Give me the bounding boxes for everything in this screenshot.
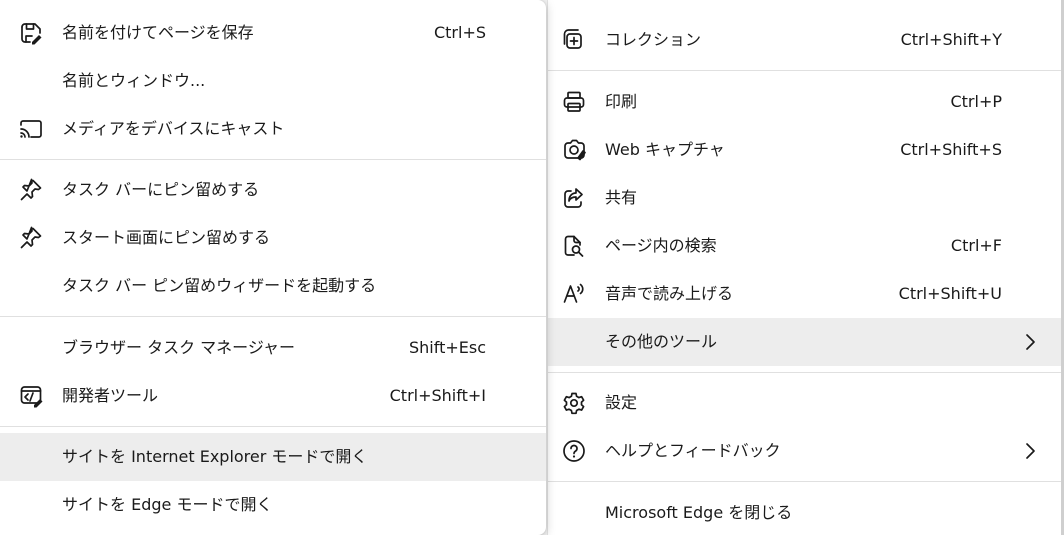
cast-icon xyxy=(18,116,44,142)
menu-item-label: Web キャプチャ xyxy=(605,140,725,159)
menu-item-label: 名前とウィンドウ... xyxy=(62,71,206,90)
menu-item-close-edge[interactable]: Microsoft Edge を閉じる xyxy=(548,489,1062,535)
pin-start-icon xyxy=(18,225,44,251)
submenu-item-pin-start[interactable]: スタート画面にピン留めする xyxy=(0,214,546,262)
help-icon xyxy=(561,438,587,464)
menu-item-label: コレクション xyxy=(605,30,702,49)
menu-item-web-capture[interactable]: Web キャプチャ Ctrl+Shift+S xyxy=(548,126,1062,174)
shortcut-text: Shift+Esc xyxy=(408,338,486,357)
shortcut-text: Ctrl+Shift+U xyxy=(898,284,1002,303)
edge-menu-screen: コレクション Ctrl+Shift+Y 印刷 Ctrl+P Web キャプチャ … xyxy=(0,0,1064,535)
menu-item-label: タスク バー ピン留めウィザードを起動する xyxy=(62,276,377,295)
submenu-item-name-window[interactable]: 名前とウィンドウ... xyxy=(0,57,546,105)
separator xyxy=(0,426,546,427)
developer-tools-icon xyxy=(18,383,44,409)
shortcut-text: Ctrl+Shift+Y xyxy=(900,30,1002,49)
separator xyxy=(548,481,1062,482)
edge-settings-menu: コレクション Ctrl+Shift+Y 印刷 Ctrl+P Web キャプチャ … xyxy=(547,0,1062,535)
partial-top-icon xyxy=(561,0,587,10)
submenu-item-cast-media[interactable]: メディアをデバイスにキャスト xyxy=(0,105,546,153)
menu-item-label: Microsoft Edge を閉じる xyxy=(605,503,793,522)
find-in-page-icon xyxy=(561,233,587,259)
settings-gear-icon xyxy=(561,390,587,416)
shortcut-text: Ctrl+Shift+S xyxy=(900,140,1002,159)
separator xyxy=(548,70,1062,71)
menu-item-label: 開発者ツール xyxy=(62,386,159,405)
menu-item-label: サイトを Internet Explorer モードで開く xyxy=(62,447,368,466)
shortcut-text: Ctrl+F xyxy=(950,236,1002,255)
pin-taskbar-icon xyxy=(18,177,44,203)
submenu-item-ie-mode[interactable]: サイトを Internet Explorer モードで開く xyxy=(0,433,546,481)
menu-item-label: その他のツール xyxy=(605,332,718,351)
menu-item-label: タスク バーにピン留めする xyxy=(62,180,260,199)
menu-item-settings[interactable]: 設定 xyxy=(548,379,1062,427)
shortcut-text: Ctrl+Shift+I xyxy=(389,386,486,405)
menu-item-label: 音声で読み上げる xyxy=(605,284,734,303)
web-capture-icon xyxy=(561,137,587,163)
shortcut-text: Ctrl+P xyxy=(950,92,1002,111)
more-tools-submenu: 名前を付けてページを保存 Ctrl+S 名前とウィンドウ... メディアをデバイ… xyxy=(0,0,546,535)
menu-item-label: 名前を付けてページを保存 xyxy=(62,23,254,42)
menu-item-print[interactable]: 印刷 Ctrl+P xyxy=(548,78,1062,126)
submenu-item-pin-taskbar[interactable]: タスク バーにピン留めする xyxy=(0,166,546,214)
share-icon xyxy=(561,185,587,211)
menu-item-label: ヘルプとフィードバック xyxy=(605,441,781,460)
menu-item-label: 設定 xyxy=(605,393,638,412)
chevron-right-icon xyxy=(1026,443,1035,459)
menu-item-read-aloud[interactable]: 音声で読み上げる Ctrl+Shift+U xyxy=(548,270,1062,318)
menu-item-share[interactable]: 共有 xyxy=(548,174,1062,222)
menu-item-label: 印刷 xyxy=(605,92,638,111)
submenu-item-edge-mode[interactable]: サイトを Edge モードで開く xyxy=(0,481,546,529)
submenu-item-task-manager[interactable]: ブラウザー タスク マネージャー Shift+Esc xyxy=(0,324,546,372)
separator xyxy=(0,159,546,160)
separator xyxy=(0,316,546,317)
menu-item-find-in-page[interactable]: ページ内の検索 Ctrl+F xyxy=(548,222,1062,270)
menu-item-label: メディアをデバイスにキャスト xyxy=(62,119,285,138)
print-icon xyxy=(561,89,587,115)
menu-item-collections[interactable]: コレクション Ctrl+Shift+Y xyxy=(548,16,1062,64)
menu-item-more-tools[interactable]: その他のツール xyxy=(548,318,1062,366)
separator xyxy=(548,372,1062,373)
menu-item-label: 共有 xyxy=(605,188,638,207)
submenu-item-developer-tools[interactable]: 開発者ツール Ctrl+Shift+I xyxy=(0,372,546,420)
submenu-item-save-page[interactable]: 名前を付けてページを保存 Ctrl+S xyxy=(0,9,546,57)
save-page-icon xyxy=(18,20,44,46)
shortcut-text: Ctrl+S xyxy=(433,23,486,42)
chevron-right-icon xyxy=(1026,334,1035,350)
menu-item-label: スタート画面にピン留めする xyxy=(62,228,271,247)
menu-item-label: サイトを Edge モードで開く xyxy=(62,495,273,514)
menu-item-help-feedback[interactable]: ヘルプとフィードバック xyxy=(548,427,1062,475)
collections-icon xyxy=(561,27,587,53)
submenu-item-pin-wizard[interactable]: タスク バー ピン留めウィザードを起動する xyxy=(0,262,546,310)
read-aloud-icon xyxy=(561,281,587,307)
menu-item-label: ページ内の検索 xyxy=(605,236,717,255)
menu-item-label: ブラウザー タスク マネージャー xyxy=(62,338,296,357)
